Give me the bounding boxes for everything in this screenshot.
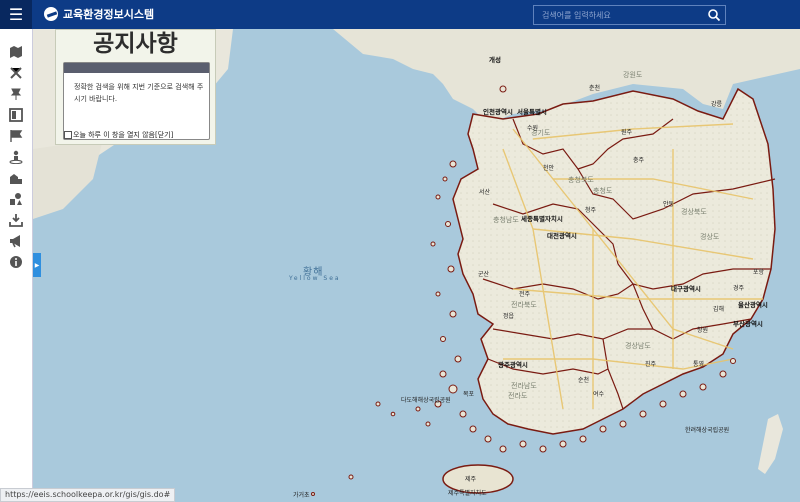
layout-icon[interactable] xyxy=(9,108,23,122)
app-title: 교육환경정보시스템 xyxy=(63,8,155,21)
city-label: 김해 xyxy=(713,306,725,313)
map-icon[interactable] xyxy=(9,45,23,59)
city-label: 정읍 xyxy=(503,313,515,320)
city-label: 포항 xyxy=(753,269,765,276)
island-label: 가거초 xyxy=(293,492,310,499)
city-label: 군산 xyxy=(478,271,490,278)
search-icon[interactable] xyxy=(707,8,721,22)
megaphone-icon[interactable] xyxy=(9,234,23,248)
city-label: 청주 xyxy=(585,207,597,214)
city-label: 개성 xyxy=(489,56,501,64)
notice-content-box: 정확한 검색을 위해 지번 기준으로 검색해 주시기 바랍니다. xyxy=(63,62,210,140)
app-logo[interactable]: 교육환경정보시스템 xyxy=(44,6,154,22)
city-label: 강릉 xyxy=(711,101,723,108)
city-label: 서울특별시 xyxy=(517,108,547,116)
left-toolbar xyxy=(0,29,33,500)
province-label: 충청도 xyxy=(593,187,613,195)
province-label: 충청남도 xyxy=(493,216,519,224)
city-label: 인천광역시 xyxy=(483,108,513,116)
city-label: 부산광역시 xyxy=(733,320,763,328)
province-label: 경상도 xyxy=(700,233,720,241)
building-icon[interactable] xyxy=(9,171,23,185)
flag-icon[interactable] xyxy=(9,129,23,143)
city-label: 진주 xyxy=(645,361,657,368)
search-box xyxy=(533,5,726,25)
dont-show-checkbox[interactable] xyxy=(64,131,72,139)
notice-header-bar xyxy=(64,63,209,73)
logo-icon xyxy=(44,7,58,21)
hamburger-icon: ☰ xyxy=(8,5,24,24)
city-label: 광주광역시 xyxy=(498,361,528,369)
city-label: 여수 xyxy=(593,391,605,398)
province-label: 충청북도 xyxy=(568,176,594,184)
city-label: 대구광역시 xyxy=(671,285,701,293)
island-label: 제주특별자치도 xyxy=(448,490,487,497)
panel-toggle-button[interactable]: ▶ xyxy=(33,253,41,277)
tools-icon[interactable] xyxy=(9,66,23,80)
city-label: 제주 xyxy=(465,476,477,483)
city-label: 창원 xyxy=(697,327,709,334)
city-label: 수원 xyxy=(527,125,539,132)
city-label: 안동 xyxy=(663,201,675,208)
city-label: 경주 xyxy=(733,285,745,292)
city-label: 원주 xyxy=(621,129,633,136)
dont-show-label[interactable]: 오늘 하루 이 창을 열지 않음[닫기] xyxy=(73,130,173,140)
sea-label-en: Yellow Sea xyxy=(289,275,341,282)
city-label: 울산광역시 xyxy=(738,301,768,309)
search-input[interactable] xyxy=(534,6,702,24)
province-label: 강원도 xyxy=(623,71,643,79)
city-label: 충주 xyxy=(633,157,645,164)
city-label: 순천 xyxy=(578,377,590,384)
notice-popup: 공지사항 정확한 검색을 위해 지번 기준으로 검색해 주시기 바랍니다. 오늘… xyxy=(55,29,216,145)
city-label: 통영 xyxy=(693,361,705,368)
notice-text: 정확한 검색을 위해 지번 기준으로 검색해 주시기 바랍니다. xyxy=(74,83,204,103)
pin-icon[interactable] xyxy=(9,87,23,101)
notice-title: 공지사항 xyxy=(93,31,178,57)
province-label: 전라남도 xyxy=(511,382,537,390)
city-label: 대전광역시 xyxy=(547,232,577,240)
park-label: 한려해상국립공원 xyxy=(685,427,730,434)
chevron-right-icon: ▶ xyxy=(34,261,40,269)
province-label: 전라도 xyxy=(508,392,528,400)
shapes-icon[interactable] xyxy=(9,192,23,206)
city-label: 목포 xyxy=(463,391,475,398)
city-label: 춘천 xyxy=(589,85,601,92)
park-label: 다도해해상국립공원 xyxy=(401,397,451,404)
download-icon[interactable] xyxy=(9,213,23,227)
person-location-icon[interactable] xyxy=(9,150,23,164)
city-label: 세종특별자치시 xyxy=(521,215,563,223)
city-label: 서산 xyxy=(479,189,491,196)
notice-footer: 오늘 하루 이 창을 열지 않음[닫기] xyxy=(56,130,173,140)
top-bar: ☰ 교육환경정보시스템 xyxy=(0,0,800,29)
province-label: 경상북도 xyxy=(681,208,707,216)
city-label: 천안 xyxy=(543,165,555,172)
menu-button[interactable]: ☰ xyxy=(0,0,32,29)
province-label: 전라북도 xyxy=(511,301,537,309)
info-icon[interactable] xyxy=(9,255,23,269)
city-label: 전주 xyxy=(519,291,531,298)
province-label: 경상남도 xyxy=(625,342,651,350)
